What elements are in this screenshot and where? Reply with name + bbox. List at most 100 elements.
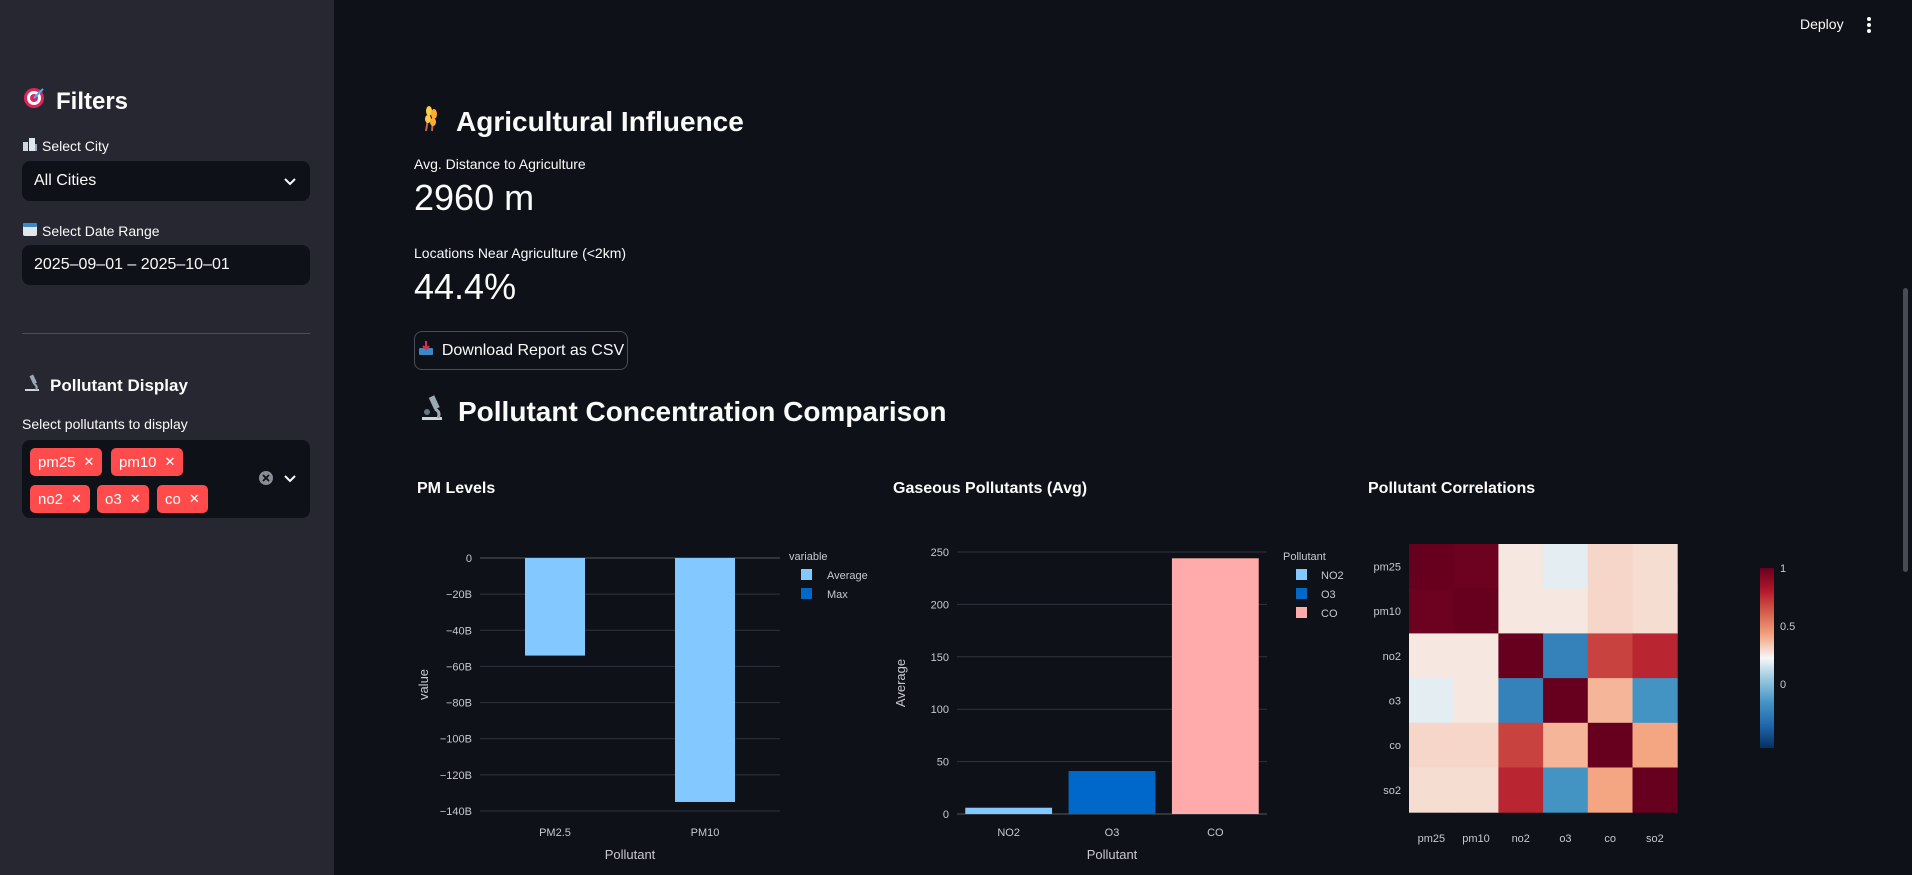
more-options-icon[interactable]: [1866, 16, 1872, 34]
tag-label: co: [165, 490, 181, 508]
legend-swatch: [801, 569, 812, 580]
heatmap-cell: [1498, 767, 1544, 813]
microscope-icon: [22, 373, 42, 398]
download-label: Download Report as CSV: [441, 341, 625, 359]
pollutant-select-label: Select pollutants to display: [22, 416, 188, 432]
y-tick-label: o3: [1389, 695, 1401, 707]
heatmap-cell: [1587, 678, 1633, 724]
heatmap-cell: [1453, 633, 1499, 679]
legend-swatch: [801, 588, 812, 599]
heatmap-cell: [1498, 588, 1544, 634]
bar-co: [1171, 558, 1259, 814]
x-tick-label: co: [1604, 833, 1616, 845]
y-tick-label: −140B: [440, 806, 472, 818]
city-select[interactable]: All Cities: [22, 161, 310, 201]
heatmap-cell: [1632, 722, 1678, 768]
y-tick-label: 0: [943, 809, 949, 821]
x-tick-label: no2: [1512, 833, 1530, 845]
heatmap-cell: [1587, 767, 1633, 813]
bar-o3: [1068, 771, 1156, 814]
sidebar: Filters Select City All Cities Select Da…: [0, 0, 334, 875]
sidebar-divider: [22, 333, 310, 334]
bar-pm10: [675, 558, 735, 802]
y-axis-label: value: [416, 669, 431, 700]
x-tick-label: o3: [1559, 833, 1571, 845]
heatmap-cell: [1587, 588, 1633, 634]
legend-label: NO2: [1321, 570, 1344, 582]
date-label: Select Date Range: [22, 221, 160, 240]
y-tick-label: pm25: [1373, 561, 1401, 573]
x-axis-label: Pollutant: [605, 847, 656, 862]
chart-title: Gaseous Pollutants (Avg): [893, 480, 1088, 497]
heatmap-cell: [1587, 633, 1633, 679]
bar-no2: [965, 807, 1053, 814]
remove-icon[interactable]: ✕: [84, 454, 95, 470]
legend-title: Pollutant: [1283, 551, 1326, 563]
deploy-button[interactable]: Deploy: [1800, 16, 1844, 32]
city-select-value: All Cities: [34, 172, 97, 189]
legend-title: variable: [789, 551, 828, 563]
x-tick-label: NO2: [997, 827, 1020, 839]
heatmap-cell: [1543, 767, 1589, 813]
tag-o3[interactable]: o3 ✕: [97, 485, 149, 513]
date-range-value: 2025–09–01 – 2025–10–01: [34, 256, 230, 273]
heatmap-cell: [1409, 678, 1455, 724]
heatmap-cell: [1453, 588, 1499, 634]
scrollbar[interactable]: [1903, 288, 1908, 572]
x-tick-label: PM2.5: [539, 827, 571, 839]
x-tick-label: pm10: [1462, 833, 1490, 845]
remove-icon[interactable]: ✕: [71, 491, 82, 507]
heatmap-cell: [1543, 588, 1589, 634]
remove-icon[interactable]: ✕: [165, 454, 176, 470]
bar-pm2.5: [525, 558, 585, 656]
legend-swatch: [1296, 607, 1307, 618]
heatmap-cell: [1409, 588, 1455, 634]
heatmap-cell: [1632, 588, 1678, 634]
remove-icon[interactable]: ✕: [130, 491, 141, 507]
target-icon: [22, 86, 46, 117]
heatmap-cell: [1409, 544, 1455, 590]
tag-co[interactable]: co ✕: [157, 485, 208, 513]
date-range-input[interactable]: 2025–09–01 – 2025–10–01: [22, 245, 310, 285]
heatmap-cell: [1409, 722, 1455, 768]
wheat-icon: [418, 103, 444, 140]
remove-icon[interactable]: ✕: [189, 491, 200, 507]
pollutant-display-header: Pollutant Display: [22, 373, 188, 398]
y-tick-label: −60B: [446, 661, 472, 673]
tag-pm25[interactable]: pm25 ✕: [30, 448, 103, 476]
legend-swatch: [1296, 569, 1307, 580]
pm-levels-chart: 0 −20B −40B −60B −80B −100B −120B −140B PM2.5 PM1…: [416, 551, 868, 862]
tag-pm10[interactable]: pm10 ✕: [111, 448, 184, 476]
y-tick-label: 50: [937, 757, 949, 769]
download-csv-button[interactable]: Download Report as CSV: [414, 331, 628, 370]
heatmap-cell: [1498, 633, 1544, 679]
y-axis-label: Average: [893, 659, 908, 707]
tag-label: no2: [38, 490, 64, 508]
y-tick-label: 250: [931, 547, 949, 559]
pollutant-multiselect[interactable]: pm25 ✕ pm10 ✕ no2 ✕ o3 ✕ co ✕: [22, 440, 310, 518]
heatmap-cell: [1498, 722, 1544, 768]
heatmap-cell: [1498, 544, 1544, 590]
clear-icon[interactable]: [258, 470, 274, 486]
filters-header: Filters: [22, 86, 128, 117]
date-label-text: Select Date Range: [42, 222, 160, 239]
heatmap-cell: [1587, 722, 1633, 768]
heatmap-cell: [1453, 678, 1499, 724]
section-title: Pollutant Concentration Comparison: [458, 395, 947, 427]
heatmap-cell: [1632, 544, 1678, 590]
chevron-down-icon[interactable]: [282, 470, 298, 486]
heatmap-cell: [1632, 633, 1678, 679]
heatmap-cell: [1632, 767, 1678, 813]
pollutant-display-title: Pollutant Display: [50, 375, 188, 395]
pollutant-comparison-header: Pollutant Concentration Comparison: [418, 394, 946, 429]
legend-label: Average: [827, 570, 868, 582]
tag-no2[interactable]: no2 ✕: [30, 485, 90, 513]
heatmap-cell: [1587, 544, 1633, 590]
heatmap-cell: [1453, 544, 1499, 590]
filters-title: Filters: [56, 87, 129, 115]
heatmap-cell: [1632, 678, 1678, 724]
tag-label: o3: [105, 490, 122, 508]
heatmap-cell: [1409, 633, 1455, 679]
y-tick-label: −100B: [440, 734, 472, 746]
y-tick-label: 100: [931, 704, 949, 716]
